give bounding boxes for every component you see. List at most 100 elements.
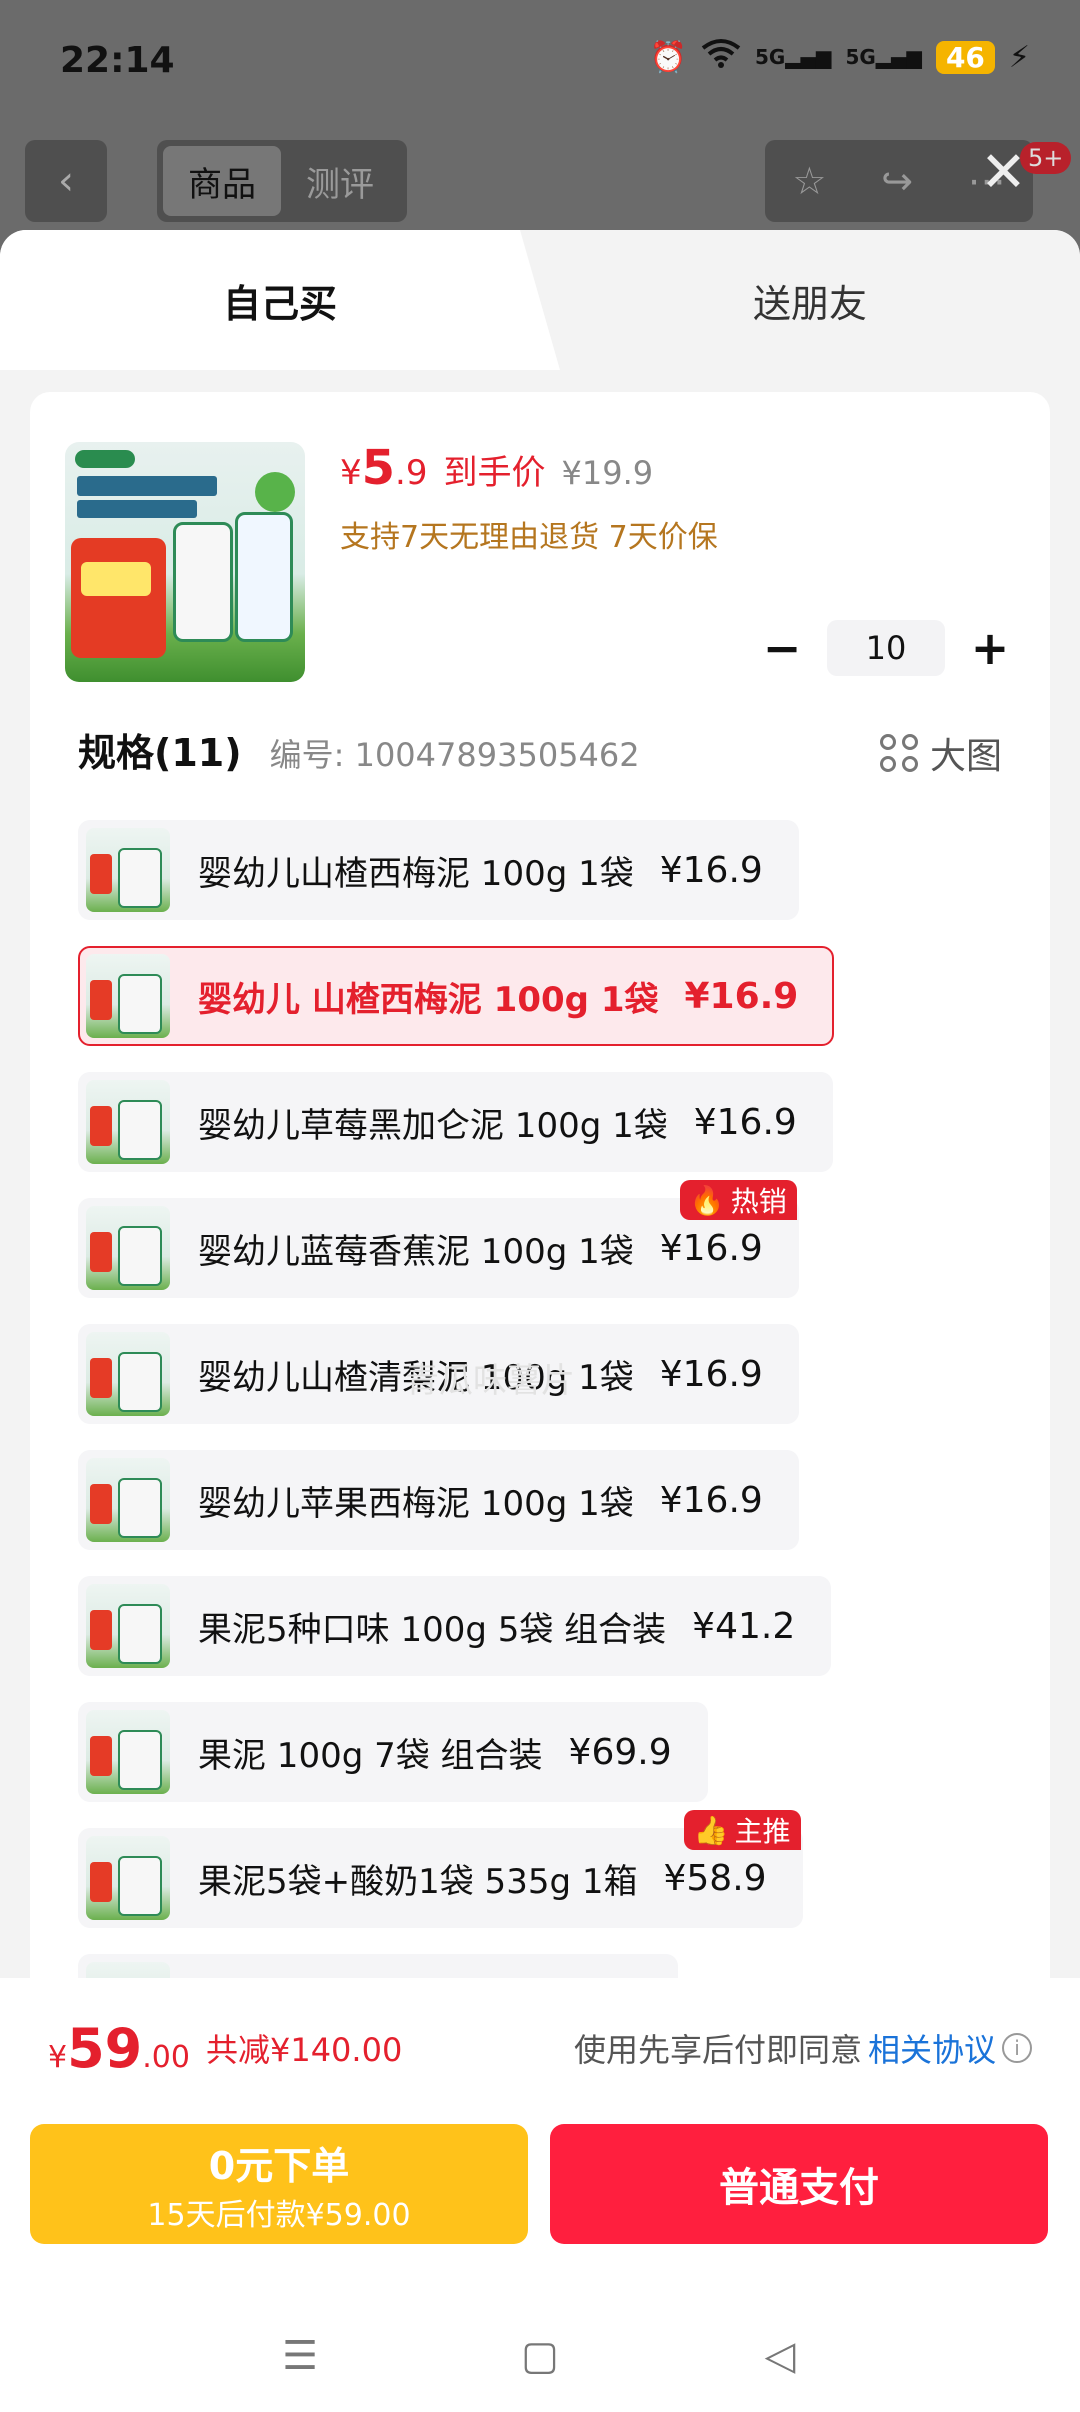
bnpl-label: 0元下单 [208,2143,350,2188]
charging-icon: ⚡ [1008,39,1030,75]
spec-option-price: ¥16.9 [684,975,799,1017]
spec-thumbnail [86,1458,170,1542]
spec-option-name: 果泥 100g 7袋 组合装 [198,1735,543,1776]
spec-option-price: ¥16.9 [693,1101,797,1143]
spec-option-name: 婴幼儿草莓黑加仑泥 100g 1袋 [198,1105,668,1146]
share-icon[interactable]: ↪ [881,159,913,203]
spec-option[interactable]: 婴幼儿苹果西梅泥 100g 1袋 ¥16.9 [78,1450,799,1550]
spec-option-name: 果泥5种口味 100g 5袋 组合装 [198,1609,667,1650]
tab-product[interactable]: 商品 [163,146,281,216]
alarm-icon: ⏰ [649,39,687,75]
total-discount: 共减¥140.00 [205,2031,403,2069]
agreement-link[interactable]: 相关协议 [868,2025,996,2071]
spec-option[interactable]: 果泥 100g 7袋 组合装 ¥69.9 [78,1702,708,1802]
menu-icon[interactable]: ☰ [278,2333,322,2379]
spec-option[interactable]: 婴幼儿蓝莓香蕉泥 100g 1袋 ¥16.9 🔥 热销 [78,1180,799,1298]
spec-option-name: 果泥5袋+酸奶1袋 535g 1箱 [198,1861,638,1902]
spec-option[interactable]: 婴幼儿山楂清梨泥 100g 1袋 ¥16.9 [78,1324,799,1424]
original-price: ¥19.9 [561,454,654,492]
return-policy: 支持7天无理由退货 7天价保 [340,520,718,555]
brand-logo [75,450,135,468]
spec-option[interactable]: 果泥5袋+酸奶1袋 535g 1箱 ¥58.9 👍 主推 [78,1810,803,1928]
spec-option[interactable]: 婴幼儿草莓黑加仑泥 100g 1袋 ¥16.9 [78,1072,833,1172]
spec-option-price: ¥58.9 [663,1857,767,1899]
battery-level: 46 [935,40,995,74]
spec-header: 规格(11) 编号: 10047893505462 [78,722,640,777]
spec-thumbnail [86,828,170,912]
spec-option-price: ¥69.9 [568,1731,672,1773]
big-image-toggle[interactable]: 大图 [879,727,1002,779]
pouch-art [173,522,233,642]
thumbs-up-icon: 👍 [693,1813,729,1847]
status-time: 22:14 [60,40,175,81]
price-row: ¥5.9 到手价 ¥19.9 [340,440,653,496]
product-title-art [77,500,197,518]
notification-badge: 5+ [1020,142,1072,174]
signal-5g-icon: 5G▂▄▆ [845,45,922,69]
quantity-value[interactable]: 10 [827,620,945,676]
spec-thumbnail [86,1080,170,1164]
spec-option-price: ¥16.9 [659,849,763,891]
home-icon[interactable]: ▢ [518,2333,562,2379]
top-bar: ‹ 商品 测评 ☆ ↪ ⋯ [0,140,1080,230]
system-nav-bar: ☰ ▢ ◁ [0,2300,1080,2412]
sheet-tabs: 送朋友 自己买 [0,230,1080,370]
final-price: ¥5.9 [340,440,428,496]
product-title-art [77,476,217,496]
product-card: ¥5.9 到手价 ¥19.9 支持7天无理由退货 7天价保 − 10 + 规格(… [30,392,1050,2180]
back-button[interactable]: ‹ [25,140,107,222]
spec-thumbnail [86,1836,170,1920]
flame-icon: 🔥 [689,1183,725,1217]
total-price: ¥59.00 [48,2016,190,2080]
badge-art [255,472,295,512]
grid-icon [879,734,918,772]
final-price-label: 到手价 [443,453,546,493]
spec-thumbnail [86,1332,170,1416]
spec-option[interactable]: 婴幼儿山楂西梅泥 100g 1袋 ¥16.9 [78,820,799,920]
page-tabs: 商品 测评 [157,140,407,222]
wifi-icon [701,38,741,76]
total-row: ¥59.00 共减¥140.00 使用先享后付即同意 相关协议 i [48,1978,1032,2118]
big-image-label: 大图 [929,736,1002,777]
spec-option[interactable]: 果泥5种口味 100g 5袋 组合装 ¥41.2 [78,1576,832,1676]
quantity-stepper: − 10 + [757,620,1015,676]
tab-self-buy[interactable]: 自己买 [0,230,560,370]
status-icons: ⏰ 5G▂▄▆ 5G▂▄▆ 46 ⚡ [650,38,1030,76]
purchase-sheet: 送朋友 自己买 ¥5.9 到手价 ¥19.9 支持7天无理由退货 7天价保 − … [0,230,1080,2180]
promo-price-art [81,562,151,596]
spec-option-selected[interactable]: 婴幼儿 山楂西梅泥 100g 1袋 ¥16.9 [78,946,835,1046]
tab-gift[interactable]: 送朋友 [540,230,1080,370]
chevron-left-icon: ‹ [58,158,74,204]
payment-buttons: 0元下单 15天后付款¥59.00 普通支付 [30,2124,1050,2244]
spec-option-price: ¥16.9 [659,1227,763,1269]
product-image[interactable] [65,442,305,682]
agreement-text: 使用先享后付即同意 相关协议 i [574,2025,1032,2071]
pouch-art [235,512,293,642]
bnpl-sublabel: 15天后付款¥59.00 [147,2197,411,2233]
normal-pay-button[interactable]: 普通支付 [550,2124,1048,2244]
buy-now-pay-later-button[interactable]: 0元下单 15天后付款¥59.00 [30,2124,528,2244]
hot-sale-badge: 🔥 热销 [679,1180,797,1220]
spec-thumbnail [86,1206,170,1290]
spec-option-price: ¥16.9 [659,1479,763,1521]
signal-5g-icon: 5G▂▄▆ [754,45,832,69]
spec-code: 编号: 10047893505462 [269,736,640,774]
agreement-prefix: 使用先享后付即同意 [573,2031,862,2069]
spec-option-name: 婴幼儿 山楂西梅泥 100g 1袋 [198,979,659,1020]
spec-option-name: 婴幼儿山楂西梅泥 100g 1袋 [198,853,634,894]
plus-icon[interactable]: + [965,621,1015,675]
spec-option-price: ¥41.2 [692,1605,796,1647]
spec-thumbnail [86,1710,170,1794]
tab-review[interactable]: 测评 [281,146,399,216]
spec-option-name: 婴幼儿苹果西梅泥 100g 1袋 [198,1483,634,1524]
spec-option-name: 婴幼儿山楂清梨泥 100g 1袋 [198,1357,634,1398]
promo-tag-art [71,538,166,658]
minus-icon[interactable]: − [757,621,807,675]
spec-thumbnail [86,1584,170,1668]
recommended-badge: 👍 主推 [683,1810,801,1850]
info-icon[interactable]: i [1002,2033,1032,2063]
star-icon[interactable]: ☆ [792,159,826,203]
status-bar: 22:14 ⏰ 5G▂▄▆ 5G▂▄▆ 46 ⚡ [0,30,1080,100]
back-triangle-icon[interactable]: ◁ [758,2333,802,2379]
close-icon[interactable]: ✕ [980,140,1027,205]
